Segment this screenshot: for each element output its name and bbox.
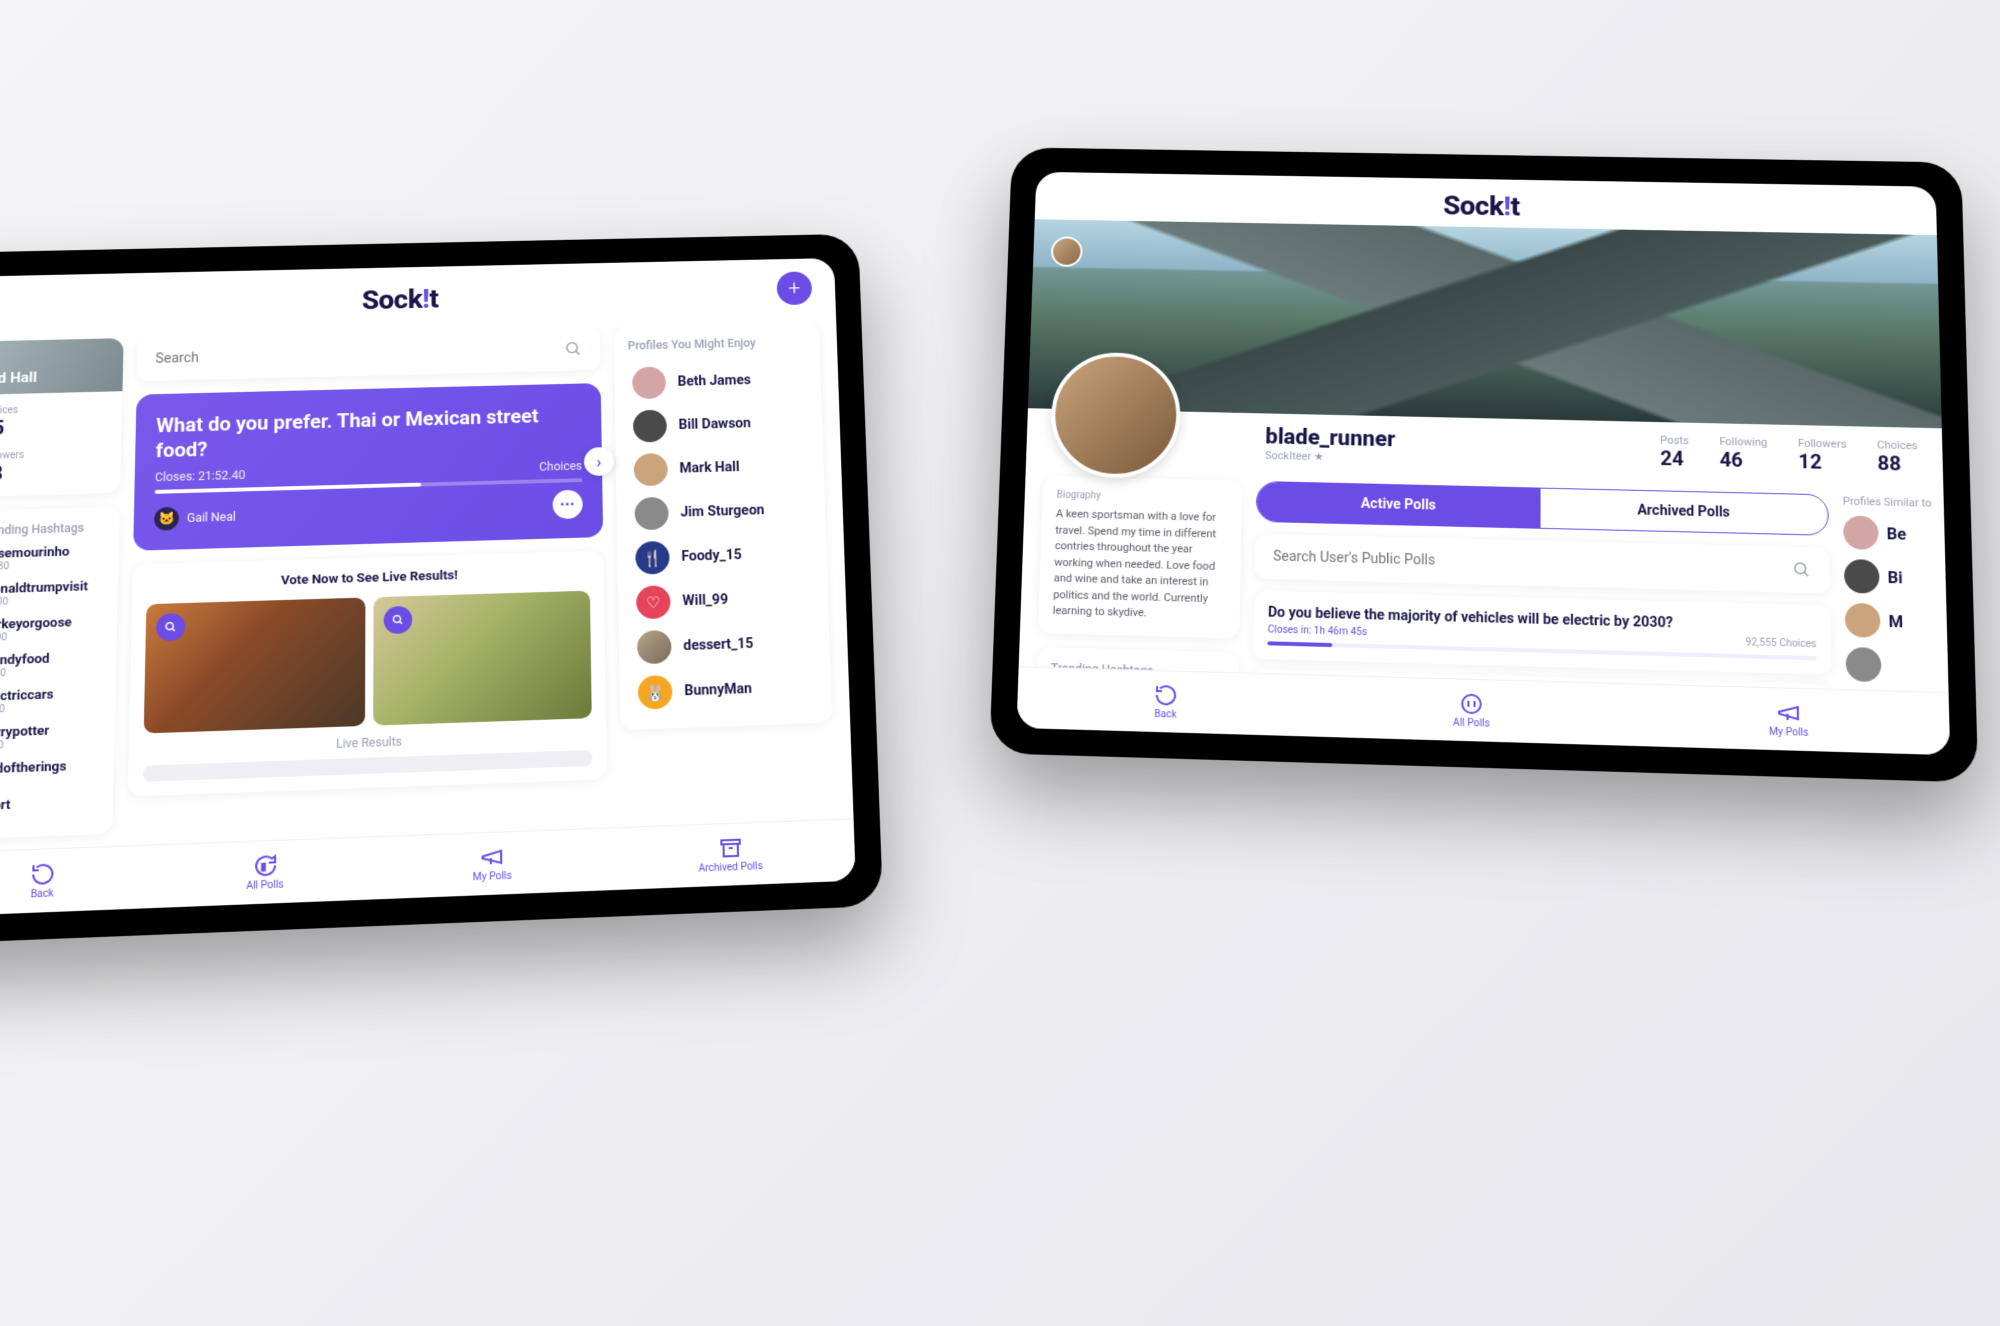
next-poll-button[interactable]: › (584, 447, 614, 476)
zoom-button[interactable] (156, 613, 185, 642)
zoom-button[interactable] (384, 606, 413, 634)
section-title: Profiles You Might Enjoy (628, 335, 806, 352)
search-icon (565, 340, 583, 357)
chat-icon: || (252, 853, 277, 878)
stat-followers: 18 (0, 461, 24, 485)
vote-option-image[interactable] (373, 591, 592, 726)
stat-label: Followers (0, 450, 24, 462)
stat-choices: 88 (1877, 451, 1918, 475)
megaphone-icon (1776, 700, 1801, 725)
stat-label: Choices (0, 405, 18, 416)
profile-item[interactable]: Mark Hall (630, 444, 811, 493)
tab-active-polls[interactable]: Active Polls (1257, 482, 1541, 528)
profile-item[interactable]: Bill Dawson (629, 400, 809, 448)
similar-profile-item[interactable]: M (1845, 603, 1929, 639)
stat-followers: 12 (1798, 450, 1847, 475)
section-title: Trending Hashtags (0, 520, 105, 537)
tablet-left: Sock!t + Ted Hall Choices 85 Followers (0, 234, 883, 945)
nav-my-polls[interactable]: My Polls (472, 844, 511, 883)
chat-icon (1459, 692, 1484, 717)
megaphone-icon (480, 845, 505, 870)
hashtag-item[interactable]: #josemourinho64,080 (0, 544, 105, 573)
featured-poll-card[interactable]: What do you prefer. Thai or Mexican stre… (133, 383, 603, 551)
bio-title: Biography (1056, 490, 1228, 505)
nav-back[interactable]: Back (29, 861, 55, 900)
hashtag-item[interactable]: #harrypotter10,000 (0, 722, 100, 753)
profile-item[interactable]: Beth James (628, 357, 808, 405)
search-input[interactable] (155, 342, 564, 367)
stat-posts: 24 (1660, 446, 1689, 470)
similar-profile-item[interactable] (1846, 647, 1930, 684)
mini-profile-card[interactable]: Ted Hall Choices 85 Followers 18 (0, 338, 124, 497)
archive-icon (718, 836, 743, 861)
search-icon (1792, 561, 1811, 579)
search-bar[interactable] (1255, 534, 1831, 594)
similar-profiles-title: Profiles Similar to (1843, 495, 1926, 510)
back-icon (1154, 683, 1179, 708)
profile-item[interactable]: ♡Will_99 (632, 575, 815, 625)
logo: Sock!t (362, 283, 439, 315)
poll-question: What do you prefer. Thai or Mexican stre… (155, 402, 582, 463)
profile-item[interactable]: dessert_15 (633, 620, 817, 671)
nav-all-polls[interactable]: All Polls (1453, 691, 1490, 729)
nav-all-polls[interactable]: || All Polls (246, 853, 284, 892)
profile-item[interactable]: 🍴Foody_15 (631, 531, 813, 581)
bio-card: Biography A keen sportsman with a love f… (1038, 476, 1243, 638)
poll-author: Gail Neal (187, 510, 236, 525)
profile-item[interactable]: Jim Sturgeon (630, 487, 812, 536)
screen-profile: Sock!t blade_runner SockIteer ★ Posts24 … (1016, 172, 1950, 755)
hashtag-item[interactable]: #electriccars14,300 (0, 686, 101, 716)
back-icon (30, 861, 56, 887)
nav-archived[interactable]: Archived Polls (698, 835, 763, 875)
screen-home: Sock!t + Ted Hall Choices 85 Followers (0, 258, 856, 917)
hashtag-item[interactable]: #donaldtrumpvisit55,000 (0, 579, 104, 608)
profile-avatar[interactable] (1049, 351, 1181, 479)
create-poll-button[interactable]: + (776, 271, 812, 305)
hashtag-item[interactable]: #trendyfood18,080 (0, 650, 102, 680)
similar-profile-item[interactable]: Bi (1844, 559, 1928, 595)
profile-name: Ted Hall (0, 369, 37, 388)
trending-hashtags-card: Trending Hashtags #josemourinho64,080 #d… (0, 506, 120, 839)
search-user-polls-input[interactable] (1273, 549, 1793, 578)
svg-text:||: || (261, 862, 265, 871)
stat-choices: 85 (0, 416, 18, 440)
tab-archived-polls[interactable]: Archived Polls (1541, 489, 1828, 535)
poll-item[interactable]: Do you believe the majority of vehicles … (1253, 591, 1832, 675)
hashtag-item[interactable]: #sport (0, 795, 99, 815)
stat-following: 46 (1719, 448, 1767, 473)
profile-item[interactable]: 🐰BunnyMan (634, 664, 818, 715)
author-avatar-icon: 🐱 (154, 507, 179, 531)
bio-text: A keen sportsman with a love for travel.… (1052, 506, 1227, 624)
vote-card: Vote Now to See Live Results! Live Resul… (128, 551, 607, 797)
hashtag-item[interactable]: #lordoftherings9,120 (0, 758, 99, 789)
tablet-right: Sock!t blade_runner SockIteer ★ Posts24 … (989, 147, 1978, 782)
suggested-profiles-card: Profiles You Might Enjoy Beth James Bill… (614, 322, 833, 730)
vote-title: Vote Now to See Live Results! (147, 564, 590, 592)
nav-back[interactable]: Back (1153, 683, 1178, 721)
nav-my-polls[interactable]: My Polls (1769, 700, 1809, 739)
hashtag-item[interactable]: #turkeyorgoose23,000 (0, 614, 103, 644)
vote-option-image[interactable] (144, 598, 366, 734)
similar-profile-item[interactable]: Be (1843, 515, 1926, 551)
